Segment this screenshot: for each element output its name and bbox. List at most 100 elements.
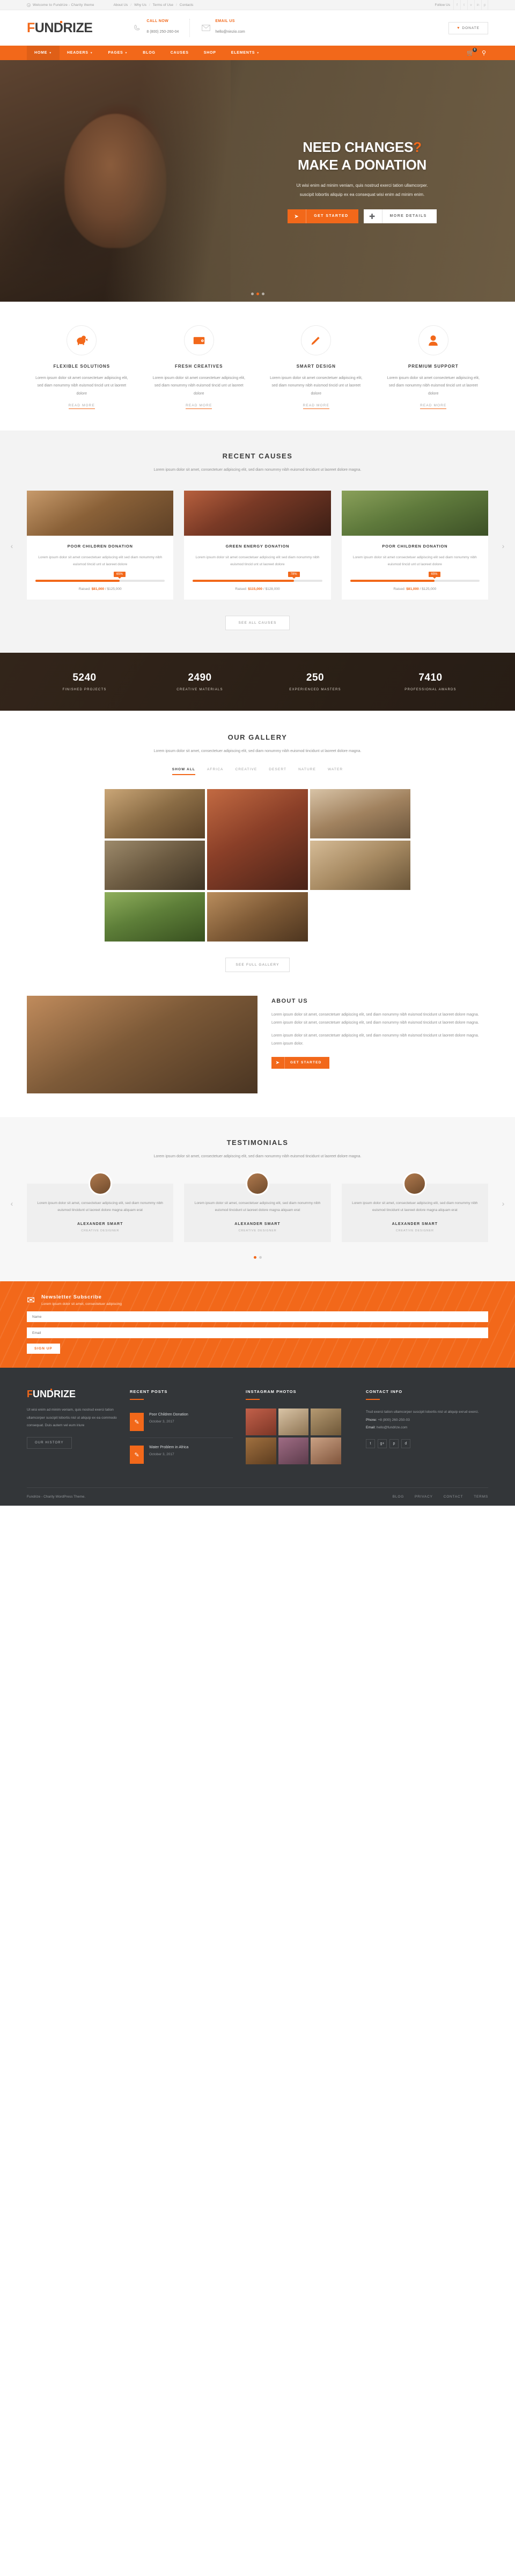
- dribbble-icon[interactable]: d: [401, 1439, 410, 1449]
- linkedin-icon[interactable]: in: [474, 0, 481, 10]
- carousel-prev-arrow[interactable]: ‹: [8, 542, 16, 550]
- nav-item-shop[interactable]: SHOP: [196, 46, 224, 60]
- instagram-photo[interactable]: [311, 1409, 341, 1436]
- newsletter-signup-button[interactable]: SIGN UP: [27, 1344, 60, 1354]
- gallery-item[interactable]: [310, 789, 410, 839]
- separator: /: [175, 3, 177, 7]
- topbar-link-contacts[interactable]: Contacts: [180, 3, 194, 7]
- read-more-link[interactable]: READ MORE: [303, 404, 329, 410]
- testimonial-next-arrow[interactable]: ›: [499, 1199, 507, 1208]
- chevron-down-icon: ▼: [90, 51, 93, 55]
- twitter-icon[interactable]: t: [366, 1439, 375, 1449]
- email-address[interactable]: hello@ninzio.com: [215, 30, 245, 34]
- topbar-link-why[interactable]: Why Us: [134, 3, 146, 7]
- testimonials-title: TESTIMONIALS: [226, 1139, 289, 1147]
- facebook-icon[interactable]: f: [453, 0, 460, 10]
- gallery-item[interactable]: [105, 892, 205, 942]
- about-button-label: GET STARTED: [284, 1056, 329, 1069]
- footer-logo[interactable]: FUNDRIZE: [27, 1389, 117, 1399]
- user-icon: [418, 325, 448, 355]
- instagram-photo[interactable]: [278, 1409, 309, 1436]
- see-full-gallery-button[interactable]: SEE FULL GALLERY: [225, 958, 290, 973]
- nav-item-pages[interactable]: PAGES ▼: [101, 46, 136, 60]
- pinterest-icon[interactable]: p: [481, 0, 488, 10]
- cause-card[interactable]: POOR CHILDREN DONATION Lorem ipsum dolor…: [341, 490, 488, 600]
- hero-dot-2[interactable]: [256, 293, 259, 295]
- site-logo[interactable]: FUNDRIZE: [27, 20, 93, 35]
- footer-link-terms[interactable]: TERMS: [474, 1495, 488, 1499]
- search-icon[interactable]: ⚲: [482, 49, 486, 56]
- newsletter-email-input[interactable]: [27, 1327, 488, 1339]
- cart-icon[interactable]: 🛒 0: [467, 48, 477, 56]
- testimonial-text: Lorem ipsum dolor sit amet, consectetuer…: [352, 1201, 478, 1213]
- hero-dot-3[interactable]: [261, 293, 264, 295]
- footer-link-blog[interactable]: BLOG: [393, 1495, 404, 1499]
- recent-post-item[interactable]: ✎ Poor Children Donation October 3, 2017: [130, 1409, 233, 1435]
- phone-number[interactable]: 8 (800) 250-260-04: [146, 30, 179, 34]
- instagram-photo[interactable]: [278, 1437, 309, 1465]
- read-more-link[interactable]: READ MORE: [68, 404, 95, 410]
- nav-item-elements[interactable]: ELEMENTS ▼: [224, 46, 267, 60]
- gallery-item[interactable]: [207, 789, 308, 891]
- instagram-photo[interactable]: [246, 1437, 276, 1465]
- testimonial-dot-1[interactable]: [253, 1256, 256, 1259]
- see-all-causes-button[interactable]: SEE ALL CAUSES: [225, 616, 290, 631]
- get-started-label: GET STARTED: [306, 209, 358, 224]
- gallery-filter-creative[interactable]: CREATIVE: [235, 768, 257, 775]
- google-plus-icon[interactable]: g+: [378, 1439, 387, 1449]
- gallery-item[interactable]: [105, 789, 205, 839]
- testimonial-role: CREATIVE DESIGNER: [81, 1229, 120, 1233]
- recent-post-item[interactable]: ✎ Water Problem in Africa October 3, 201…: [130, 1437, 233, 1468]
- gallery-filter-nature[interactable]: NATURE: [298, 768, 316, 775]
- about-paragraph-1: Lorem ipsum dolor sit amet, consectetuer…: [271, 1013, 479, 1025]
- testimonial-prev-arrow[interactable]: ‹: [8, 1199, 16, 1208]
- email-us-block: EMAIL US hello@ninzio.com: [189, 19, 255, 37]
- progress-bar: 65%: [35, 572, 165, 582]
- cause-card[interactable]: GREEN ENERGY DONATION Lorem ipsum dolor …: [184, 490, 331, 600]
- hero-dot-1[interactable]: [251, 293, 254, 295]
- nav-item-blog[interactable]: BLOG: [135, 46, 163, 60]
- nav-label: ELEMENTS: [231, 51, 255, 55]
- cause-card[interactable]: POOR CHILDREN DONATION Lorem ipsum dolor…: [27, 490, 174, 600]
- info-icon: [27, 3, 31, 7]
- gallery-filter-africa[interactable]: AFRICA: [207, 768, 223, 775]
- footer-link-privacy[interactable]: PRIVACY: [415, 1495, 433, 1499]
- about-title: ABOUT US: [271, 998, 308, 1005]
- topbar-link-terms[interactable]: Terms of Use: [153, 3, 173, 7]
- nav-item-headers[interactable]: HEADERS ▼: [60, 46, 101, 60]
- more-details-button[interactable]: ➕ MORE DETAILS: [363, 209, 437, 224]
- hero-question-mark: ?: [413, 138, 422, 155]
- instagram-photo[interactable]: [311, 1437, 341, 1465]
- twitter-icon[interactable]: t: [460, 0, 467, 10]
- gallery-item[interactable]: [207, 892, 308, 942]
- counter-value: 250: [306, 672, 325, 684]
- carousel-next-arrow[interactable]: ›: [499, 542, 507, 550]
- footer-logo-initial: F: [27, 1389, 33, 1400]
- vimeo-icon[interactable]: v: [467, 0, 474, 10]
- instagram-photo[interactable]: [246, 1409, 276, 1436]
- pinterest-icon[interactable]: p: [389, 1439, 399, 1449]
- testimonial-dot-2[interactable]: [259, 1256, 262, 1259]
- read-more-link[interactable]: READ MORE: [186, 404, 212, 410]
- footer-about-column: FUNDRIZE Ut wisi enim ad minim veniam, q…: [27, 1389, 117, 1468]
- gallery-item[interactable]: [105, 841, 205, 891]
- gallery-item[interactable]: [310, 841, 410, 891]
- our-history-button[interactable]: OUR HISTORY: [27, 1437, 72, 1449]
- nav-item-causes[interactable]: CAUSES: [163, 46, 196, 60]
- get-started-button[interactable]: ➤ GET STARTED: [288, 209, 358, 224]
- donate-button[interactable]: ♥ DONATE: [448, 21, 488, 34]
- gallery-filter-water[interactable]: WATER: [328, 768, 343, 775]
- gallery-filter-show-all[interactable]: SHOW ALL: [172, 768, 195, 776]
- footer-link-contact[interactable]: CONTACT: [444, 1495, 464, 1499]
- gallery-filter-desert[interactable]: DESERT: [269, 768, 286, 775]
- counter-label: CREATIVE MATERIALS: [176, 688, 223, 692]
- read-more-link[interactable]: READ MORE: [420, 404, 447, 410]
- newsletter-name-input[interactable]: [27, 1311, 488, 1323]
- cart-count-badge: 0: [472, 48, 477, 52]
- about-get-started-button[interactable]: ➤ GET STARTED: [271, 1056, 329, 1069]
- nav-item-home[interactable]: HOME ▼: [27, 46, 60, 60]
- cause-raised: Raised: $115,000 / $128,000: [193, 587, 322, 591]
- topbar-link-about[interactable]: About Us: [114, 3, 128, 7]
- post-date: October 3, 2017: [149, 1453, 174, 1457]
- about-image: [27, 996, 258, 1094]
